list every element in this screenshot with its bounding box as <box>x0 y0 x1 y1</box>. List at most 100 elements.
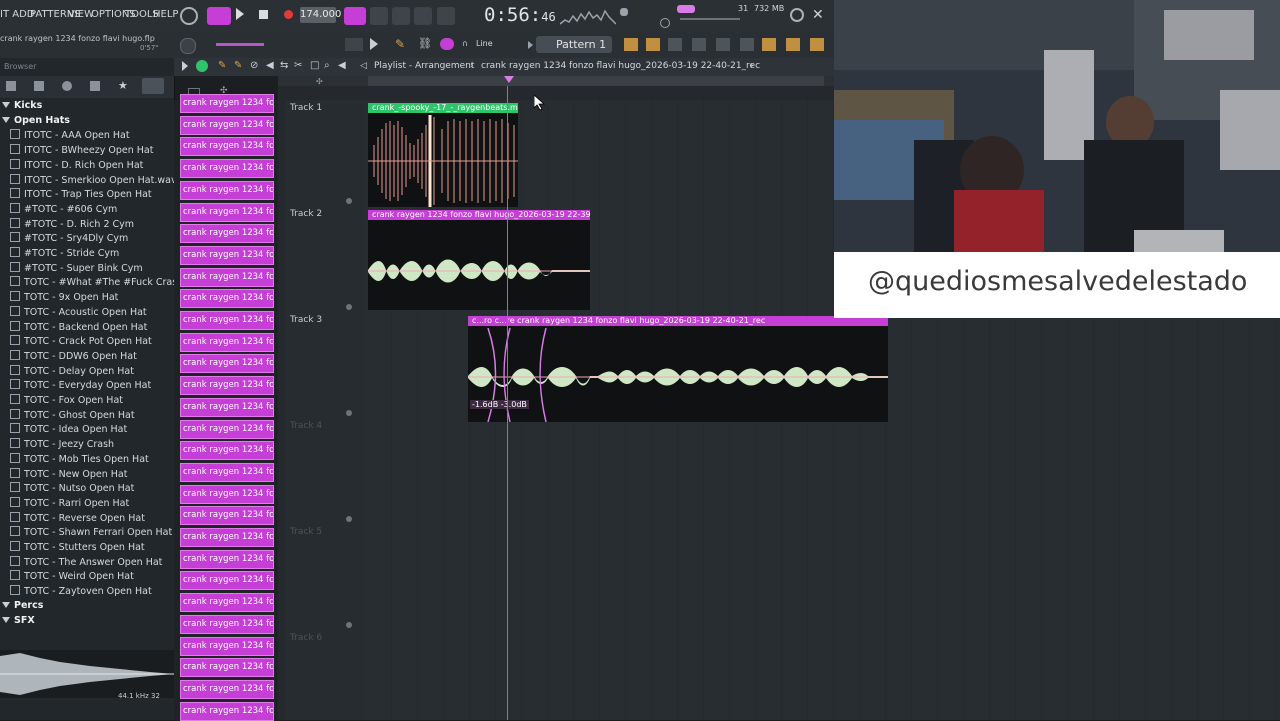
browser-file[interactable]: TOTC - Nutso Open Hat <box>0 482 174 496</box>
channel-button[interactable]: crank raygen 1234 fonzo... <box>180 506 274 526</box>
timeline-ruler[interactable] <box>278 76 834 86</box>
stamp-icon[interactable] <box>440 38 454 50</box>
browser-file[interactable]: TOTC - Rarri Open Hat <box>0 496 174 511</box>
step-edit-icon[interactable] <box>414 7 432 25</box>
track-mute-icon[interactable] <box>346 622 352 628</box>
channel-button[interactable]: crank raygen 1234 fonzo... <box>180 701 274 721</box>
refresh-icon[interactable] <box>180 7 198 25</box>
playlist-nav-icon[interactable]: ◁ <box>360 61 367 71</box>
channel-button[interactable]: crank raygen 1234 fonzo... <box>180 571 274 591</box>
plugin-picker-icon[interactable] <box>740 38 754 51</box>
move-icon[interactable]: ✣ <box>316 78 326 86</box>
browser-file[interactable]: TOTC - Backend Open Hat <box>0 320 174 335</box>
browser-file[interactable]: #TOTC - Sry4Dly Cym <box>0 232 174 246</box>
channel-button[interactable]: crank raygen 1234 fonzo... <box>180 679 274 699</box>
arrow-right-icon[interactable] <box>182 61 188 71</box>
audio-clip-2[interactable]: crank raygen 1234 fonzo flavi hugo_2026-… <box>368 210 590 310</box>
browser-file[interactable]: TOTC - Delay Open Hat <box>0 364 174 379</box>
browser-file[interactable]: TOTC - 9x Open Hat <box>0 291 174 305</box>
browser-file[interactable]: #TOTC - #606 Cym <box>0 202 174 217</box>
browser-file[interactable]: TOTC - Crack Pot Open Hat <box>0 335 174 349</box>
track-lane-5[interactable] <box>366 524 1280 631</box>
audio-clip-1[interactable]: crank_-spooky_-17_-_raygenbeats.mp3 <box>368 103 518 207</box>
arrow-right-icon[interactable] <box>370 38 378 50</box>
select-tool-icon[interactable]: □ <box>310 60 319 71</box>
track-header-6[interactable]: Track 6 <box>286 630 366 721</box>
song-position-bar[interactable] <box>368 76 824 86</box>
channel-button[interactable]: crank raygen 1234 fonzo... <box>180 180 274 200</box>
track-header-5[interactable]: Track 5 <box>286 524 366 631</box>
channel-button[interactable]: crank raygen 1234 fonzo... <box>180 159 274 179</box>
channel-button[interactable]: crank raygen 1234 fonzo... <box>180 636 274 656</box>
browser-file[interactable]: ITOTC - AAA Open Hat <box>0 129 174 143</box>
browser-file[interactable]: TOTC - New Open Hat <box>0 467 174 482</box>
browser-file[interactable]: TOTC - The Answer Open Hat <box>0 555 174 570</box>
playhead-marker-icon[interactable] <box>504 76 514 83</box>
loop-record-icon[interactable] <box>437 7 455 25</box>
metronome-icon[interactable] <box>344 7 366 25</box>
playlist-icon[interactable] <box>624 38 638 51</box>
tools-icon[interactable] <box>786 38 800 51</box>
power-icon[interactable] <box>790 8 804 22</box>
mute-tool-icon[interactable]: ◀ <box>266 60 274 71</box>
browser-file[interactable]: TOTC - Stutters Open Hat <box>0 541 174 555</box>
tempo-display[interactable]: 174.000 <box>300 7 341 23</box>
channel-button[interactable]: crank raygen 1234 fonzo... <box>180 267 274 287</box>
browser-file[interactable]: TOTC - Idea Open Hat <box>0 423 174 437</box>
channel-button[interactable]: crank raygen 1234 fonzo... <box>180 593 274 613</box>
channel-button[interactable]: crank raygen 1234 fonzo... <box>180 397 274 417</box>
wait-input-icon[interactable] <box>370 7 388 25</box>
piano-roll-icon[interactable] <box>646 38 660 51</box>
track-header-4[interactable]: Track 4 <box>286 418 366 525</box>
browser-folder[interactable]: SFX <box>0 615 174 629</box>
countdown-icon[interactable] <box>392 7 410 25</box>
browser-file[interactable]: ITOTC - Smerkioo Open Hat.wav <box>0 173 174 188</box>
star-icon[interactable]: ★ <box>118 79 128 92</box>
channel-button[interactable]: crank raygen 1234 fonzo... <box>180 245 274 265</box>
browser-toggle-icon[interactable] <box>716 38 730 51</box>
clip-title[interactable]: crank raygen 1234 fonzo flavi hugo_2026-… <box>368 210 590 220</box>
snap-arrow-icon[interactable] <box>528 41 533 49</box>
menu-help[interactable]: HELP <box>153 9 178 20</box>
browser-file[interactable]: ITOTC - BWheezy Open Hat <box>0 144 174 158</box>
link-icon[interactable]: ⛓ <box>418 38 432 50</box>
channel-button[interactable]: crank raygen 1234 fonzo... <box>180 484 274 504</box>
playhead-line[interactable] <box>507 86 508 720</box>
master-volume-bar[interactable] <box>677 5 695 13</box>
playback-tool-icon[interactable]: ◀ <box>338 60 346 71</box>
back-icon[interactable] <box>34 81 44 91</box>
track-mute-icon[interactable] <box>346 410 352 416</box>
browser-file[interactable]: TOTC - Shawn Ferrari Open Hat <box>0 526 174 540</box>
audio-clip-3[interactable]: c...ro c...re crank raygen 1234 fonzo fl… <box>468 316 888 422</box>
browser-file[interactable]: TOTC - Weird Open Hat <box>0 570 174 584</box>
browser-folder[interactable]: Kicks <box>0 100 174 114</box>
browser-file[interactable]: #TOTC - D. Rich 2 Cym <box>0 217 174 232</box>
keyboard-icon[interactable] <box>345 38 363 51</box>
browser-folder[interactable]: Open Hats <box>0 115 174 129</box>
channel-button[interactable]: crank raygen 1234 fonzo... <box>180 311 274 330</box>
breadcrumb-chevron-icon[interactable]: › <box>750 61 754 71</box>
track-lane-4[interactable] <box>366 418 1280 525</box>
dock-icon[interactable] <box>810 38 824 51</box>
clip-title[interactable]: c...ro c...re crank raygen 1234 fonzo fl… <box>468 316 888 326</box>
browser-file[interactable]: TOTC - Fox Open Hat <box>0 394 174 408</box>
channel-button[interactable]: crank raygen 1234 fonzo... <box>180 549 274 569</box>
channel-button[interactable]: crank raygen 1234 fonzo... <box>180 354 274 374</box>
slip-tool-icon[interactable]: ⇆ <box>280 60 288 71</box>
close-icon[interactable]: ✕ <box>812 8 824 22</box>
delete-tool-icon[interactable]: ⊘ <box>250 60 258 71</box>
browser-file[interactable]: TOTC - Jeezy Crash <box>0 438 174 452</box>
cloud-icon[interactable] <box>90 81 100 91</box>
track-header-1[interactable]: Track 1 <box>286 100 366 207</box>
slice-tool-icon[interactable]: ✂ <box>294 60 302 71</box>
browser-file[interactable]: TOTC - Zaytoven Open Hat <box>0 585 174 599</box>
browser-file[interactable]: TOTC - Everyday Open Hat <box>0 379 174 393</box>
track-mute-icon[interactable] <box>346 304 352 310</box>
tempo-knob[interactable] <box>180 38 196 54</box>
zoom-tool-icon[interactable]: ⌕ <box>324 60 330 71</box>
plugin-icon[interactable] <box>762 38 776 51</box>
paint-tool-icon[interactable]: ✎ <box>234 60 242 71</box>
channel-button[interactable]: crank raygen 1234 fonzo... <box>180 137 274 157</box>
channel-button[interactable]: crank raygen 1234 fonzo... <box>180 332 274 352</box>
channel-button[interactable]: crank raygen 1234 fonzo... <box>180 376 274 396</box>
